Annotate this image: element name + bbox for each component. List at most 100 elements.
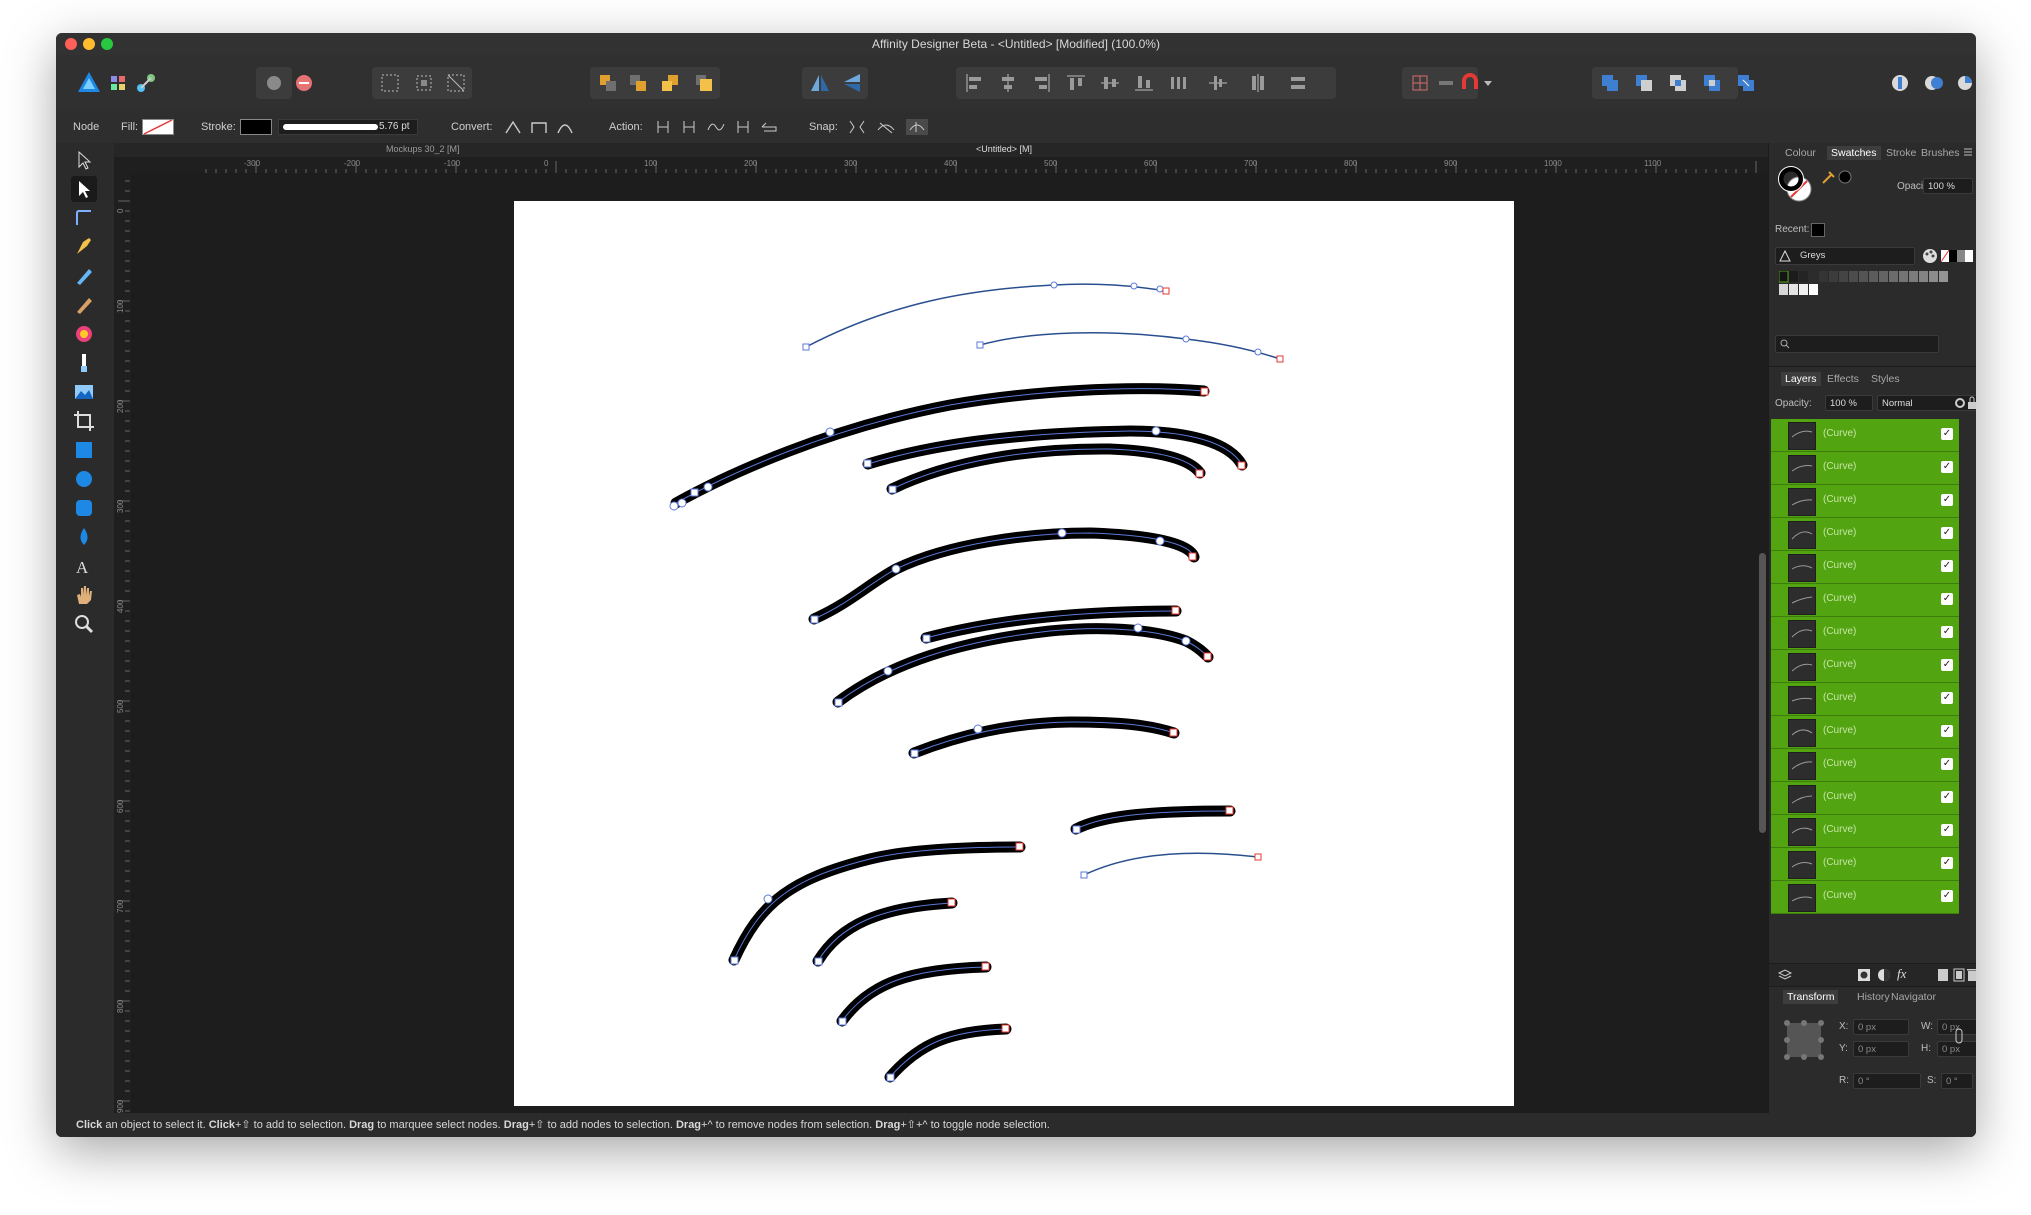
align-left-icon[interactable] <box>962 71 986 95</box>
canvas-area[interactable] <box>130 173 1768 1137</box>
tab-colour[interactable]: Colour <box>1785 147 1816 159</box>
layer-visibility-checkbox[interactable]: ✓ <box>1941 692 1953 704</box>
layer-row[interactable]: (Curve) ✓ <box>1771 848 1959 881</box>
subtract-boolean-icon[interactable] <box>1632 71 1656 95</box>
layer-opacity-field[interactable]: 100 % <box>1825 395 1873 411</box>
lock-icon[interactable] <box>1967 396 1976 410</box>
space-horizontal-icon[interactable] <box>1246 71 1270 95</box>
stroke-swatch[interactable] <box>240 119 272 135</box>
layer-name[interactable]: (Curve) <box>1823 725 1856 736</box>
anchor-point-selector[interactable] <box>1783 1019 1825 1061</box>
curve-thin-top-1[interactable] <box>805 283 1167 348</box>
swatch-opacity-field[interactable]: 100 % <box>1923 178 1973 194</box>
layer-name[interactable]: (Curve) <box>1823 791 1856 802</box>
assistant-icon[interactable] <box>1888 71 1912 95</box>
colour-picker-icon[interactable] <box>1821 169 1853 185</box>
geometry-icon[interactable] <box>262 71 286 95</box>
xor-boolean-icon[interactable] <box>1700 71 1724 95</box>
layer-row[interactable]: (Curve) ✓ <box>1771 518 1959 551</box>
export-persona-icon[interactable] <box>134 71 158 95</box>
move-tool-icon[interactable] <box>71 147 97 173</box>
node-tool-icon[interactable] <box>71 176 97 202</box>
action-buttons[interactable] <box>654 118 784 136</box>
add-layer-icon[interactable] <box>1937 968 1949 982</box>
intersect-boolean-icon[interactable] <box>1666 71 1690 95</box>
transform-r-field[interactable]: 0 ° <box>1853 1073 1921 1089</box>
transform-x-field[interactable]: 0 px <box>1853 1019 1909 1035</box>
tab-effects[interactable]: Effects <box>1827 373 1859 385</box>
transform-s-field[interactable]: 0 ° <box>1941 1073 1973 1089</box>
horizontal-ruler[interactable]: px -300 -200 -100 0 100 200 300 400 500 600 700 800 9… <box>114 157 1768 173</box>
layer-name[interactable]: (Curve) <box>1823 659 1856 670</box>
palette-options-icon[interactable] <box>1921 247 1939 265</box>
palette-select[interactable]: Greys <box>1775 247 1915 265</box>
fill-stroke-wells[interactable] <box>1777 165 1817 205</box>
convert-buttons[interactable] <box>502 118 580 136</box>
layer-visibility-checkbox[interactable]: ✓ <box>1941 725 1953 737</box>
document-tab-untitled[interactable]: <Untitled> [M] <box>976 144 1032 154</box>
layer-row[interactable]: (Curve) ✓ <box>1771 716 1959 749</box>
layer-row[interactable]: (Curve) ✓ <box>1771 584 1959 617</box>
select-bounds-icon[interactable] <box>412 71 436 95</box>
minimize-window-button[interactable] <box>83 38 95 50</box>
fx-icon[interactable]: fx <box>1897 966 1906 982</box>
convert-shape-icon[interactable] <box>292 71 316 95</box>
tab-transform[interactable]: Transform <box>1783 990 1839 1004</box>
select-all-icon[interactable] <box>378 71 402 95</box>
align-middle-icon[interactable] <box>1098 71 1122 95</box>
layer-name[interactable]: (Curve) <box>1823 890 1856 901</box>
layer-name[interactable]: (Curve) <box>1823 857 1856 868</box>
distribute-vertical-icon[interactable] <box>1206 71 1230 95</box>
layer-row[interactable]: (Curve) ✓ <box>1771 551 1959 584</box>
corner-tool-icon[interactable] <box>71 205 97 231</box>
curve-12[interactable] <box>884 1023 1012 1083</box>
layer-visibility-checkbox[interactable]: ✓ <box>1941 626 1953 638</box>
layer-settings-gear-icon[interactable] <box>1953 396 1967 410</box>
vertical-ruler[interactable]: 0 100 200 300 400 500 600 700 800 900 <box>114 157 130 1137</box>
curve-3[interactable] <box>886 443 1206 495</box>
quick-swatches[interactable] <box>1941 250 1973 262</box>
studio-icon[interactable] <box>1956 71 1974 95</box>
divide-boolean-icon[interactable] <box>1734 71 1758 95</box>
align-center-icon[interactable] <box>996 71 1020 95</box>
layer-row[interactable]: (Curve) ✓ <box>1771 815 1959 848</box>
layer-row[interactable]: (Curve) ✓ <box>1771 419 1959 452</box>
layer-visibility-checkbox[interactable]: ✓ <box>1941 461 1953 473</box>
distribute-horizontal-icon[interactable] <box>1166 71 1190 95</box>
place-image-icon[interactable] <box>71 379 97 405</box>
curve-thin-top-2[interactable] <box>979 332 1281 360</box>
tab-swatches[interactable]: Swatches <box>1827 146 1881 160</box>
transform-y-field[interactable]: 0 px <box>1853 1041 1909 1057</box>
pen-tool-icon[interactable] <box>71 234 97 260</box>
layer-name[interactable]: (Curve) <box>1823 824 1856 835</box>
stroke-width-slider[interactable]: 5.76 pt <box>278 119 418 135</box>
document-tab-mockups[interactable]: Mockups 30_2 [M] <box>386 144 460 154</box>
link-aspect-icon[interactable] <box>1955 1021 1963 1051</box>
teardrop-shape-icon[interactable] <box>71 524 97 550</box>
rounded-rectangle-tool-icon[interactable] <box>71 495 97 521</box>
flip-vertical-icon[interactable] <box>840 71 864 95</box>
swatch-search-input[interactable] <box>1775 335 1939 353</box>
tab-brushes[interactable]: Brushes <box>1921 147 1960 159</box>
vector-brush-tool-icon[interactable] <box>71 292 97 318</box>
curve-6[interactable] <box>832 623 1214 708</box>
layer-name[interactable]: (Curve) <box>1823 692 1856 703</box>
layer-row[interactable]: (Curve) ✓ <box>1771 650 1959 683</box>
grid-icon[interactable] <box>1408 71 1432 95</box>
layer-visibility-checkbox[interactable]: ✓ <box>1941 527 1953 539</box>
snap-buttons[interactable] <box>846 118 936 136</box>
align-right-icon[interactable] <box>1030 71 1054 95</box>
layer-name[interactable]: (Curve) <box>1823 626 1856 637</box>
crop-tool-icon[interactable] <box>71 408 97 434</box>
mask-icon[interactable] <box>1857 968 1871 982</box>
view-tool-hand-icon[interactable] <box>71 582 97 608</box>
align-bottom-icon[interactable] <box>1132 71 1156 95</box>
layer-visibility-checkbox[interactable]: ✓ <box>1941 758 1953 770</box>
space-vertical-icon[interactable] <box>1286 71 1310 95</box>
pixel-persona-icon[interactable] <box>106 71 130 95</box>
snap-options-icon[interactable] <box>1434 71 1458 95</box>
layer-name[interactable]: (Curve) <box>1823 461 1856 472</box>
layer-visibility-checkbox[interactable]: ✓ <box>1941 659 1953 671</box>
curve-10[interactable] <box>812 897 958 967</box>
greys-swatch-grid[interactable] <box>1779 271 1955 297</box>
